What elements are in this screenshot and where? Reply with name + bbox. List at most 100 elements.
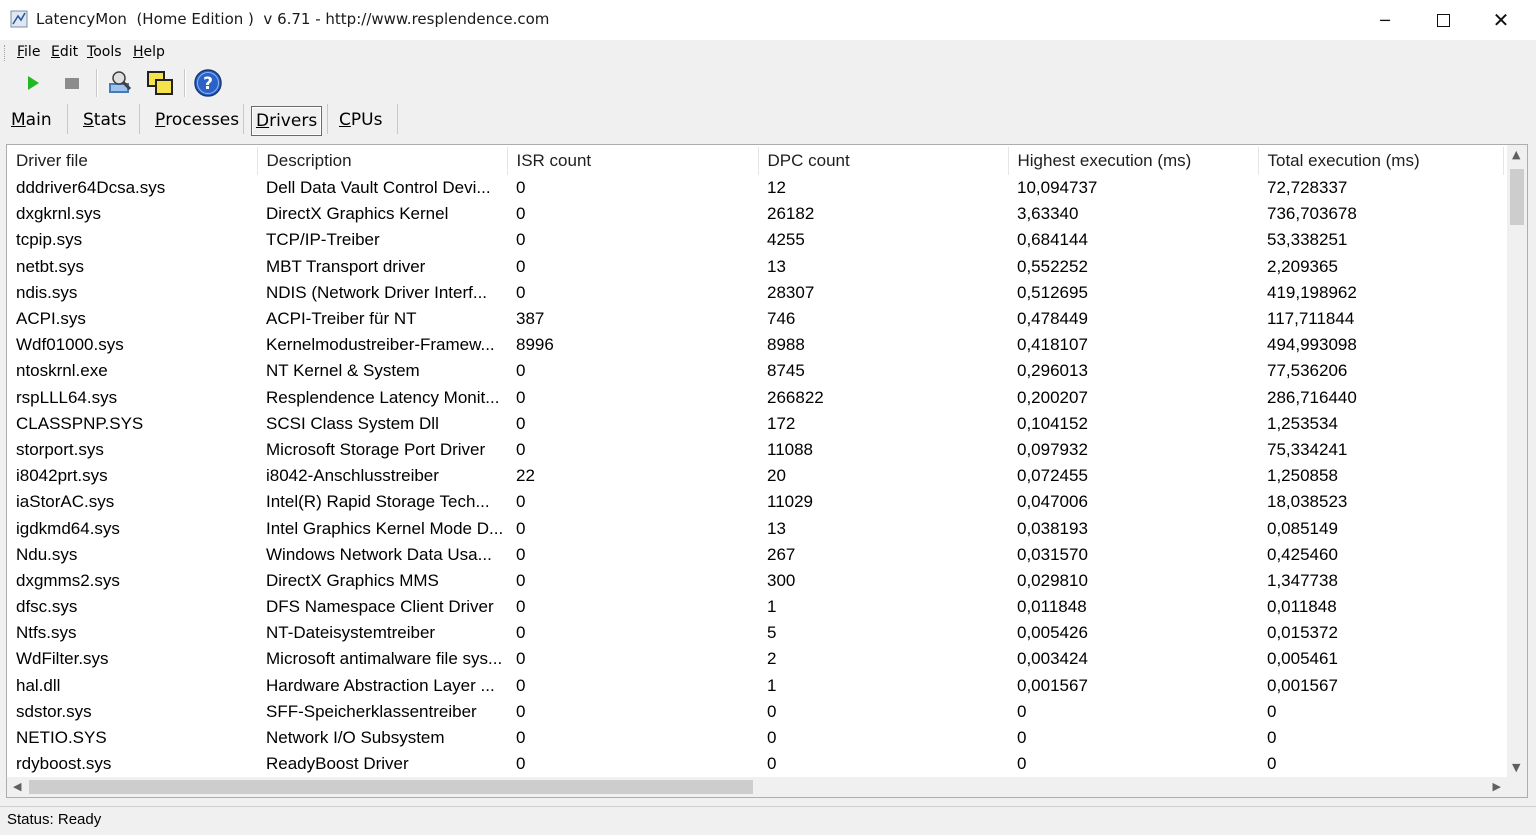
scroll-left-icon[interactable]: ◀: [13, 780, 21, 793]
table-row[interactable]: CLASSPNP.SYS SCSI Class System Dll 0 172 0,1…: [7, 411, 1503, 437]
table-cell: 26182: [767, 204, 815, 224]
tab-processes[interactable]: Processes: [155, 106, 239, 134]
table-cell: MBT Transport driver: [266, 256, 426, 276]
table-cell: 286,716440: [1267, 387, 1357, 407]
table-cell: DFS Namespace Client Driver: [266, 597, 494, 617]
table-cell: 12: [767, 178, 786, 198]
minimize-button[interactable]: ─: [1356, 0, 1414, 40]
minimize-icon: ─: [1380, 10, 1390, 30]
table-cell: NETIO.SYS: [16, 728, 107, 748]
menu-help[interactable]: Help: [133, 44, 165, 60]
windows-button[interactable]: [145, 68, 175, 98]
column-header[interactable]: Description: [257, 147, 508, 175]
table-row[interactable]: netbt.sys MBT Transport driver 0 13 0,552252…: [7, 254, 1503, 280]
table-row[interactable]: ACPI.sys ACPI-Treiber für NT 387 746 0,47844…: [7, 306, 1503, 332]
table-cell: dddriver64Dcsa.sys: [16, 178, 166, 198]
table-row[interactable]: NETIO.SYS Network I/O Subsystem 0 0 0 0: [7, 725, 1503, 751]
table-row[interactable]: iaStorAC.sys Intel(R) Rapid Storage Tech.…: [7, 489, 1503, 515]
table-row[interactable]: Ndu.sys Windows Network Data Usa... 0 267 0,…: [7, 542, 1503, 568]
analyze-button[interactable]: [105, 68, 135, 98]
table-cell: 0,031570: [1017, 544, 1088, 564]
table-cell: 0: [1267, 754, 1277, 774]
menu-file[interactable]: File: [17, 44, 40, 60]
column-header[interactable]: Driver file: [7, 147, 258, 175]
menu-edit[interactable]: Edit: [51, 44, 78, 60]
close-button[interactable]: ✕: [1472, 0, 1530, 40]
window-title: LatencyMon (Home Edition ) v 6.71 - http…: [36, 10, 550, 28]
table-cell: igdkmd64.sys: [16, 518, 120, 538]
vertical-scrollbar[interactable]: ▲ ▼: [1507, 145, 1527, 777]
scroll-up-icon[interactable]: ▲: [1512, 148, 1520, 161]
table-row[interactable]: dfsc.sys DFS Namespace Client Driver 0 1 0,0…: [7, 594, 1503, 620]
start-monitor-button[interactable]: [18, 68, 48, 98]
table-row[interactable]: rspLLL64.sys Resplendence Latency Monit..…: [7, 385, 1503, 411]
table-cell: 0: [516, 413, 526, 433]
table-row[interactable]: sdstor.sys SFF-Speicherklassentreiber 0 0 0 0: [7, 699, 1503, 725]
tab-stats[interactable]: Stats: [83, 106, 126, 134]
table-cell: 0,047006: [1017, 492, 1088, 512]
column-header[interactable]: Highest execution (ms): [1008, 147, 1259, 175]
table-cell: 28307: [767, 282, 815, 302]
scroll-down-icon[interactable]: ▼: [1512, 761, 1520, 774]
table-row[interactable]: i8042prt.sys i8042-Anschlusstreiber 22 20 0,…: [7, 463, 1503, 489]
column-header[interactable]: ISR count: [507, 147, 759, 175]
table-row[interactable]: storport.sys Microsoft Storage Port Drive…: [7, 437, 1503, 463]
table-cell: Kernelmodustreiber-Framew...: [266, 335, 495, 355]
horizontal-scroll-thumb[interactable]: [29, 780, 753, 794]
help-button[interactable]: ?: [193, 68, 223, 98]
table-cell: 736,703678: [1267, 204, 1357, 224]
menu-bar: File Edit Tools Help: [0, 40, 1536, 65]
table-cell: 5: [767, 623, 777, 643]
table-row[interactable]: ndis.sys NDIS (Network Driver Interf... 0 2…: [7, 280, 1503, 306]
table-row[interactable]: dxgmms2.sys DirectX Graphics MMS 0 300 0,029…: [7, 568, 1503, 594]
table-cell: i8042prt.sys: [16, 466, 108, 486]
table-cell: 10,094737: [1017, 178, 1098, 198]
table-cell: Hardware Abstraction Layer ...: [266, 675, 495, 695]
table-cell: SCSI Class System Dll: [266, 413, 439, 433]
table-cell: 0,011848: [1267, 597, 1337, 617]
table-cell: rspLLL64.sys: [16, 387, 118, 407]
horizontal-scrollbar[interactable]: ◀ ▶: [7, 777, 1507, 797]
table-cell: 0: [516, 492, 526, 512]
column-header[interactable]: DPC count: [758, 147, 1009, 175]
maximize-button[interactable]: [1414, 0, 1472, 40]
table-cell: NT Kernel & System: [266, 361, 420, 381]
menu-tools[interactable]: Tools: [87, 44, 122, 60]
table-row[interactable]: rdyboost.sys ReadyBoost Driver 0 0 0 0: [7, 751, 1503, 777]
tab-separator: [243, 104, 244, 134]
drivers-list[interactable]: Driver file Description ISR count DPC count…: [6, 144, 1528, 798]
table-row[interactable]: ntoskrnl.exe NT Kernel & System 0 8745 0,296…: [7, 358, 1503, 384]
table-cell: 746: [767, 309, 796, 329]
scroll-right-icon[interactable]: ▶: [1493, 780, 1501, 793]
table-row[interactable]: Wdf01000.sys Kernelmodustreiber-Framew...…: [7, 332, 1503, 358]
table-cell: Dell Data Vault Control Devi...: [266, 178, 491, 198]
table-row[interactable]: dxgkrnl.sys DirectX Graphics Kernel 0 26182…: [7, 201, 1503, 227]
table-cell: 0: [516, 361, 526, 381]
table-cell: 267: [767, 544, 796, 564]
vertical-scroll-thumb[interactable]: [1510, 169, 1524, 225]
table-row[interactable]: hal.dll Hardware Abstraction Layer ... 0 1 0…: [7, 673, 1503, 699]
tab-main[interactable]: Main: [11, 106, 52, 134]
table-cell: 0: [767, 754, 777, 774]
help-icon: ?: [194, 69, 222, 97]
close-icon: ✕: [1492, 8, 1510, 32]
table-cell: 0,104152: [1017, 413, 1088, 433]
table-cell: ACPI-Treiber für NT: [266, 309, 417, 329]
windows-icon: [147, 71, 173, 95]
table-cell: 0: [516, 256, 526, 276]
title-bar: LatencyMon (Home Edition ) v 6.71 - http…: [0, 0, 1536, 41]
table-row[interactable]: WdFilter.sys Microsoft antimalware file s…: [7, 646, 1503, 672]
table-row[interactable]: tcpip.sys TCP/IP-Treiber 0 4255 0,684144 53,3…: [7, 227, 1503, 253]
table-cell: 0,552252: [1017, 256, 1088, 276]
table-cell: i8042-Anschlusstreiber: [266, 466, 439, 486]
table-row[interactable]: dddriver64Dcsa.sys Dell Data Vault Contro…: [7, 175, 1503, 201]
svg-text:?: ?: [203, 74, 213, 94]
stop-monitor-button[interactable]: [57, 68, 87, 98]
tab-cpus[interactable]: C PUs: [339, 106, 382, 134]
table-cell: 4255: [767, 230, 805, 250]
tab-drivers[interactable]: Drivers: [251, 106, 323, 136]
table-row[interactable]: Ntfs.sys NT-Dateisystemtreiber 0 5 0,005426 0…: [7, 620, 1503, 646]
column-header[interactable]: Total execution (ms): [1258, 147, 1504, 175]
tab-separator: [139, 104, 140, 134]
table-row[interactable]: igdkmd64.sys Intel Graphics Kernel Mode D…: [7, 515, 1503, 541]
